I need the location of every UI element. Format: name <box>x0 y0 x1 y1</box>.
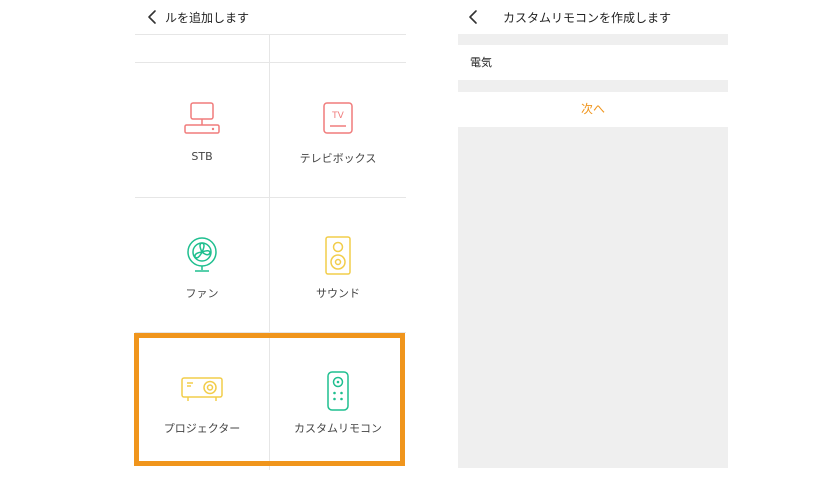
tv-icon-text: TV <box>331 111 344 121</box>
next-button[interactable]: 次へ <box>458 92 728 127</box>
device-tile-sound[interactable]: サウンド <box>270 197 406 332</box>
remote-name-input[interactable] <box>470 53 710 71</box>
speaker-icon <box>325 236 351 275</box>
chevron-left-icon <box>148 10 156 24</box>
fan-icon <box>187 237 217 272</box>
grid-divider <box>269 34 270 470</box>
remote-control-icon <box>327 371 349 411</box>
device-tile-fan[interactable]: ファン <box>135 197 269 332</box>
header: ルを追加します <box>135 0 406 34</box>
create-custom-remote-screen: カスタムリモコンを作成します 次へ <box>458 0 728 468</box>
device-grid: STB TV テレビボックス ファン サウンド プロジェクター カスタムリモコン <box>135 34 406 470</box>
device-tile-stb[interactable]: STB <box>135 62 269 197</box>
device-tile-projector[interactable]: プロジェクター <box>135 332 269 470</box>
add-device-screen: ルを追加します STB TV テレビボックス ファン サウンド プロジェクター … <box>135 0 406 470</box>
device-label: ファン <box>185 287 219 300</box>
device-tile-partial-right[interactable] <box>270 34 406 62</box>
header: カスタムリモコンを作成します <box>458 0 728 34</box>
device-label: プロジェクター <box>163 422 241 435</box>
projector-icon <box>181 377 223 401</box>
tv-box-icon: TV <box>323 102 353 134</box>
device-tile-custom-remote[interactable]: カスタムリモコン <box>270 332 406 470</box>
device-label: STB <box>191 150 213 163</box>
page-title: ルを追加します <box>165 11 250 25</box>
page-title: カスタムリモコンを作成します <box>503 11 672 25</box>
back-button[interactable] <box>145 9 159 25</box>
stb-icon <box>184 102 220 134</box>
back-button[interactable] <box>466 9 480 25</box>
remote-name-field <box>458 45 728 80</box>
device-tile-partial-left[interactable] <box>135 34 269 62</box>
chevron-left-icon <box>469 10 477 24</box>
device-label: サウンド <box>316 287 360 300</box>
device-label: カスタムリモコン <box>294 422 382 435</box>
device-label: テレビボックス <box>299 152 377 165</box>
device-tile-tv-box[interactable]: TV テレビボックス <box>270 62 406 197</box>
